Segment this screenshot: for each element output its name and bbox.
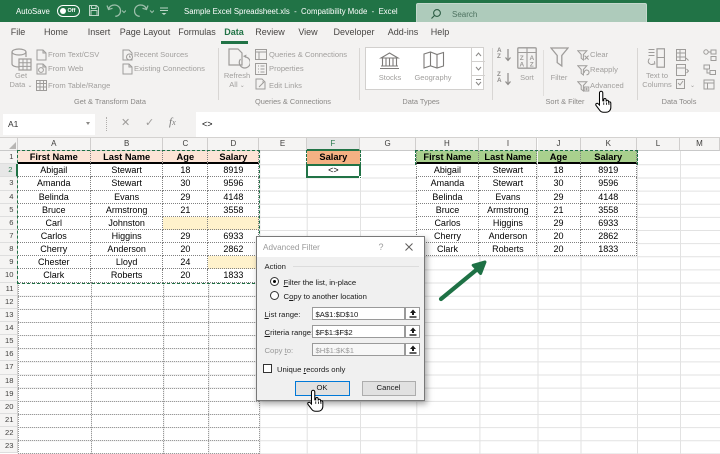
svg-text:A: A <box>519 62 524 69</box>
svg-text:Z: Z <box>530 62 534 69</box>
